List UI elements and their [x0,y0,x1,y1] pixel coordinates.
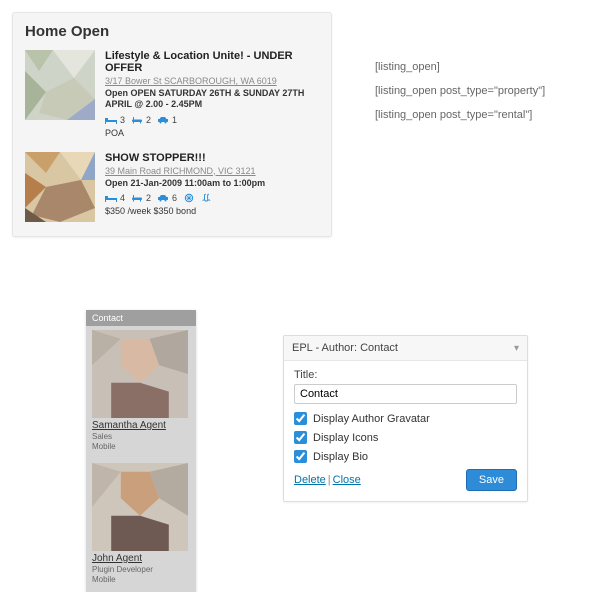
listing-title[interactable]: SHOW STOPPER!!! [105,152,319,164]
checkbox-label: Display Icons [313,432,378,444]
beds-count: 4 [120,193,125,203]
checkbox-row[interactable]: Display Icons [294,431,517,444]
listing-meta-row: 3 2 1 [105,115,319,125]
listing-thumbnail[interactable] [25,152,95,222]
agent-card[interactable]: Samantha Agent Sales Mobile [86,326,196,459]
display-icons-checkbox[interactable] [294,431,307,444]
panel-heading: Home Open [25,23,319,40]
cars-count: 1 [172,115,177,125]
separator: | [328,474,331,486]
listing-thumbnail[interactable] [25,50,95,120]
agent-name[interactable]: John Agent [92,553,190,564]
baths-count: 2 [146,193,151,203]
baths-count: 2 [146,115,151,125]
home-open-panel: Home Open Lifestyle & Location Unite! - … [12,12,332,237]
meta-cars: 6 [157,193,177,203]
bath-icon [131,193,143,203]
listing-title[interactable]: Lifestyle & Location Unite! - UNDER OFFE… [105,50,319,74]
shortcode-line: [listing_open post_type="property"] [375,79,585,103]
widget-config-body: Title: Display Author Gravatar Display I… [284,361,527,501]
close-link[interactable]: Close [333,474,361,486]
meta-cars: 1 [157,115,177,125]
agent-role: Sales [92,432,190,442]
checkbox-row[interactable]: Display Author Gravatar [294,412,517,425]
listing-meta-row: 4 2 6 [105,193,319,203]
beds-count: 3 [120,115,125,125]
agent-card[interactable]: John Agent Plugin Developer Mobile [86,459,196,592]
save-button[interactable]: Save [466,469,517,491]
listing-address[interactable]: 3/17 Bower St SCARBOROUGH, WA 6019 [105,76,319,86]
meta-baths: 2 [131,193,151,203]
contact-widget-header: Contact [86,310,196,326]
listing-open-time: Open 21-Jan-2009 11:00am to 1:00pm [105,178,319,189]
collapse-toggle-icon[interactable]: ▾ [514,343,519,354]
avatar [92,463,188,551]
display-gravatar-checkbox[interactable] [294,412,307,425]
cars-count: 6 [172,193,177,203]
listing-body: SHOW STOPPER!!! 39 Main Road RICHMOND, V… [105,152,319,222]
shortcode-line: [listing_open] [375,55,585,79]
car-icon [157,193,169,203]
checkbox-label: Display Author Gravatar [313,413,430,425]
display-bio-checkbox[interactable] [294,450,307,463]
pool-icon [201,193,213,203]
title-input[interactable] [294,384,517,404]
car-icon [157,115,169,125]
checkbox-row[interactable]: Display Bio [294,450,517,463]
bath-icon [131,115,143,125]
listing-price: $350 /week $350 bond [105,206,319,216]
listing-item[interactable]: SHOW STOPPER!!! 39 Main Road RICHMOND, V… [25,152,319,222]
listing-item[interactable]: Lifestyle & Location Unite! - UNDER OFFE… [25,50,319,138]
meta-air [183,193,195,203]
meta-pool [201,193,213,203]
checkbox-label: Display Bio [313,451,368,463]
listing-price: POA [105,128,319,138]
widget-config-title: EPL - Author: Contact [292,342,398,354]
agent-name[interactable]: Samantha Agent [92,420,190,431]
widget-config-header[interactable]: EPL - Author: Contact ▾ [284,336,527,361]
avatar [92,330,188,418]
shortcode-line: [listing_open post_type="rental"] [375,103,585,127]
title-field-label: Title: [294,369,517,381]
air-icon [183,193,195,203]
agent-role: Plugin Developer [92,565,190,575]
listing-body: Lifestyle & Location Unite! - UNDER OFFE… [105,50,319,138]
listing-open-time: Open OPEN SATURDAY 26TH & SUNDAY 27TH AP… [105,88,319,111]
bed-icon [105,115,117,125]
meta-beds: 3 [105,115,125,125]
listing-address[interactable]: 39 Main Road RICHMOND, VIC 3121 [105,166,319,176]
widget-footer-links: Delete|Close [294,474,361,486]
agent-mobile: Mobile [92,575,190,585]
agent-mobile: Mobile [92,442,190,452]
delete-link[interactable]: Delete [294,474,326,486]
meta-baths: 2 [131,115,151,125]
meta-beds: 4 [105,193,125,203]
shortcode-examples: [listing_open] [listing_open post_type="… [375,55,585,128]
bed-icon [105,193,117,203]
contact-sidebar-widget: Contact Samantha Agent Sales Mobile John… [86,310,196,592]
widget-config-panel: EPL - Author: Contact ▾ Title: Display A… [283,335,528,502]
widget-config-footer: Delete|Close Save [294,469,517,491]
